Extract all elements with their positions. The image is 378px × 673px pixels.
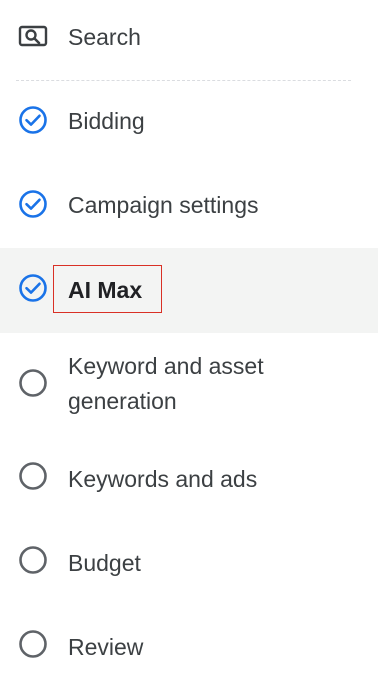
nav-step-campaign-settings[interactable]: Campaign settings xyxy=(0,182,378,232)
check-circle-icon xyxy=(19,190,47,218)
search-icon xyxy=(18,25,48,47)
nav-step-label: AI Max xyxy=(68,277,143,303)
divider xyxy=(16,80,351,81)
nav-step-label: Bidding xyxy=(68,108,145,134)
nav-step-label: Campaign settings xyxy=(68,192,259,218)
nav-step-ai-max[interactable]: AI Max xyxy=(0,248,378,333)
nav-step-label: Keyword and asset generation xyxy=(68,353,264,414)
nav-step-label: Keywords and ads xyxy=(68,466,258,492)
nav-item-search[interactable]: Search xyxy=(0,14,378,62)
nav-step-keyword-and-asset-generation[interactable]: Keyword and asset generation xyxy=(0,348,378,424)
nav-step-bidding[interactable]: Bidding xyxy=(0,98,378,148)
nav-item-label: Search xyxy=(68,24,141,50)
nav-step-review[interactable]: Review xyxy=(0,624,378,673)
nav-step-budget[interactable]: Budget xyxy=(0,540,378,590)
empty-circle-icon xyxy=(19,546,47,574)
check-circle-icon xyxy=(19,274,47,302)
nav-step-label: Budget xyxy=(68,550,141,576)
empty-circle-icon xyxy=(19,630,47,658)
empty-circle-icon xyxy=(19,369,47,397)
check-circle-icon xyxy=(19,106,47,134)
campaign-step-navigation: Search Bidding Campaign settings AI Max … xyxy=(0,0,378,673)
empty-circle-icon xyxy=(19,462,47,490)
nav-step-label: Review xyxy=(68,634,144,660)
nav-step-keywords-and-ads[interactable]: Keywords and ads xyxy=(0,454,378,504)
